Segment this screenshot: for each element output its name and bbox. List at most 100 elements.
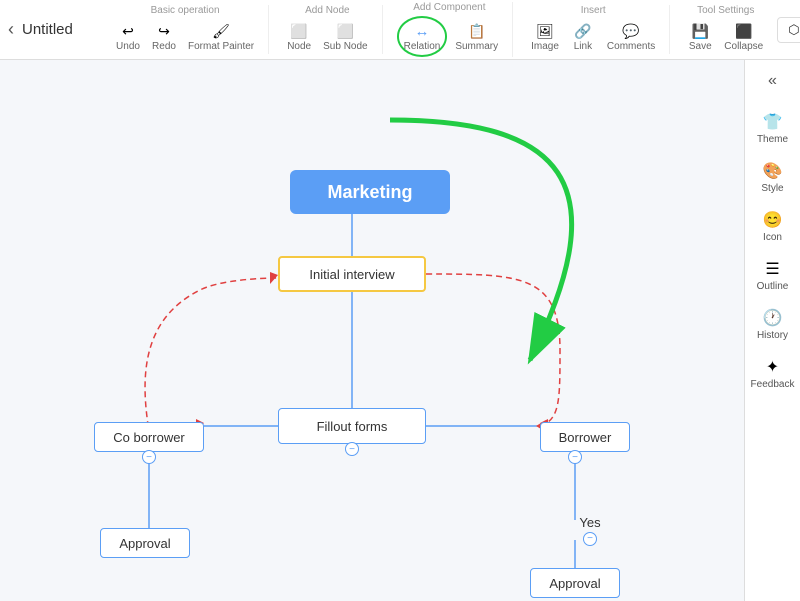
undo-button[interactable]: ↩ Undo xyxy=(112,19,144,54)
group-label-basic: Basic operation xyxy=(151,5,220,16)
yes-node[interactable]: Yes − xyxy=(560,520,620,540)
co-borrower-node[interactable]: Co borrower xyxy=(94,422,204,452)
format-painter-button[interactable]: 🖌 Format Painter xyxy=(184,19,258,54)
group-label-insert: Insert xyxy=(581,5,606,16)
link-label: Link xyxy=(574,41,592,52)
image-label: Image xyxy=(531,41,559,52)
theme-label: Theme xyxy=(757,134,788,145)
collapse-icon: ⬛ xyxy=(734,21,754,41)
sidebar-collapse-button[interactable]: « xyxy=(764,68,781,94)
save-label: Save xyxy=(689,41,712,52)
icon-label: Icon xyxy=(763,232,782,243)
comments-button[interactable]: 💬 Comments xyxy=(603,19,659,54)
coborrower-collapse[interactable]: − xyxy=(142,450,156,464)
marketing-label: Marketing xyxy=(327,182,412,203)
summary-icon: 📋 xyxy=(467,21,487,41)
co-borrower-label: Co borrower xyxy=(113,430,185,445)
approval-right-node[interactable]: Approval xyxy=(530,568,620,598)
group-basic-operation: Basic operation ↩ Undo ↪ Redo 🖌 Format P… xyxy=(102,5,269,54)
comments-label: Comments xyxy=(607,41,655,52)
group-label-add-component: Add Component xyxy=(413,2,485,13)
relation-icon: ↔ xyxy=(412,21,432,41)
icon-icon: 😊 xyxy=(763,210,783,230)
group-items-add-component: ↔ Relation 📋 Summary xyxy=(397,16,503,57)
right-sidebar: « 👕 Theme 🎨 Style 😊 Icon ☰ Outline 🕐 His… xyxy=(744,60,800,601)
style-label: Style xyxy=(761,183,783,194)
group-tool-settings: Tool Settings 💾 Save ⬛ Collapse xyxy=(674,5,777,54)
canvas[interactable]: Marketing Initial interview Fillout form… xyxy=(0,60,744,601)
fillout-forms-label: Fillout forms xyxy=(317,419,388,434)
yes-label: Yes xyxy=(579,515,600,530)
sidebar-item-feedback[interactable]: ✦ Feedback xyxy=(749,351,797,396)
connectors-svg xyxy=(0,60,744,601)
history-label: History xyxy=(757,330,788,341)
share-button[interactable]: ⬡ Share xyxy=(777,17,800,43)
sidebar-item-style[interactable]: 🎨 Style xyxy=(749,155,797,200)
group-items-tool-settings: 💾 Save ⬛ Collapse xyxy=(684,19,767,54)
fillout-forms-node[interactable]: Fillout forms xyxy=(278,408,426,444)
approval-left-label: Approval xyxy=(119,536,170,551)
sub-node-label: Sub Node xyxy=(323,41,367,52)
toolbar-right: ⬡ Share ⬆ Export xyxy=(777,17,800,43)
outline-label: Outline xyxy=(757,281,789,292)
node-label: Node xyxy=(287,41,311,52)
sidebar-item-theme[interactable]: 👕 Theme xyxy=(749,106,797,151)
undo-label: Undo xyxy=(116,41,140,52)
group-label-add-node: Add Node xyxy=(305,5,349,16)
toolbar: ‹ Untitled Basic operation ↩ Undo ↪ Redo… xyxy=(0,0,800,60)
borrower-label: Borrower xyxy=(559,430,612,445)
initial-interview-node[interactable]: Initial interview xyxy=(278,256,426,292)
node-icon: ⬜ xyxy=(289,21,309,41)
group-items-basic: ↩ Undo ↪ Redo 🖌 Format Painter xyxy=(112,19,258,54)
feedback-icon: ✦ xyxy=(766,357,779,377)
collapse-label: Collapse xyxy=(724,41,763,52)
redo-button[interactable]: ↪ Redo xyxy=(148,19,180,54)
format-painter-label: Format Painter xyxy=(188,41,254,52)
toolbar-groups: Basic operation ↩ Undo ↪ Redo 🖌 Format P… xyxy=(102,2,777,57)
group-insert: Insert 🖼 Image 🔗 Link 💬 Comments xyxy=(517,5,670,54)
style-icon: 🎨 xyxy=(763,161,783,181)
sidebar-item-history[interactable]: 🕐 History xyxy=(749,302,797,347)
group-items-add-node: ⬜ Node ⬜ Sub Node xyxy=(283,19,371,54)
fillout-collapse[interactable]: − xyxy=(345,442,359,456)
green-arrow-svg xyxy=(0,60,744,601)
group-add-component: Add Component ↔ Relation 📋 Summary xyxy=(387,2,514,57)
main-area: Marketing Initial interview Fillout form… xyxy=(0,60,800,601)
summary-button[interactable]: 📋 Summary xyxy=(451,19,502,54)
group-add-node: Add Node ⬜ Node ⬜ Sub Node xyxy=(273,5,382,54)
borrower-collapse[interactable]: − xyxy=(568,450,582,464)
redo-icon: ↪ xyxy=(154,21,174,41)
redo-label: Redo xyxy=(152,41,176,52)
link-icon: 🔗 xyxy=(573,21,593,41)
summary-label: Summary xyxy=(455,41,498,52)
group-label-tool-settings: Tool Settings xyxy=(697,5,754,16)
node-button[interactable]: ⬜ Node xyxy=(283,19,315,54)
format-painter-icon: 🖌 xyxy=(211,21,231,41)
save-icon: 💾 xyxy=(690,21,710,41)
initial-interview-label: Initial interview xyxy=(309,267,394,282)
link-button[interactable]: 🔗 Link xyxy=(567,19,599,54)
borrower-node[interactable]: Borrower xyxy=(540,422,630,452)
sub-node-button[interactable]: ⬜ Sub Node xyxy=(319,19,371,54)
yes-collapse[interactable]: − xyxy=(583,532,597,546)
approval-left-node[interactable]: Approval xyxy=(100,528,190,558)
sidebar-item-icon[interactable]: 😊 Icon xyxy=(749,204,797,249)
image-icon: 🖼 xyxy=(535,21,555,41)
relation-label: Relation xyxy=(404,41,441,52)
comments-icon: 💬 xyxy=(621,21,641,41)
sidebar-item-outline[interactable]: ☰ Outline xyxy=(749,253,797,298)
back-button[interactable]: ‹ xyxy=(8,19,14,40)
outline-icon: ☰ xyxy=(765,259,779,279)
sub-node-icon: ⬜ xyxy=(335,21,355,41)
image-button[interactable]: 🖼 Image xyxy=(527,19,563,54)
feedback-label: Feedback xyxy=(751,379,795,390)
approval-right-label: Approval xyxy=(549,576,600,591)
share-icon: ⬡ xyxy=(788,22,799,38)
collapse-button[interactable]: ⬛ Collapse xyxy=(720,19,767,54)
undo-icon: ↩ xyxy=(118,21,138,41)
relation-button[interactable]: ↔ Relation xyxy=(397,16,448,57)
history-icon: 🕐 xyxy=(763,308,783,328)
group-items-insert: 🖼 Image 🔗 Link 💬 Comments xyxy=(527,19,659,54)
save-button[interactable]: 💾 Save xyxy=(684,19,716,54)
marketing-node[interactable]: Marketing xyxy=(290,170,450,214)
